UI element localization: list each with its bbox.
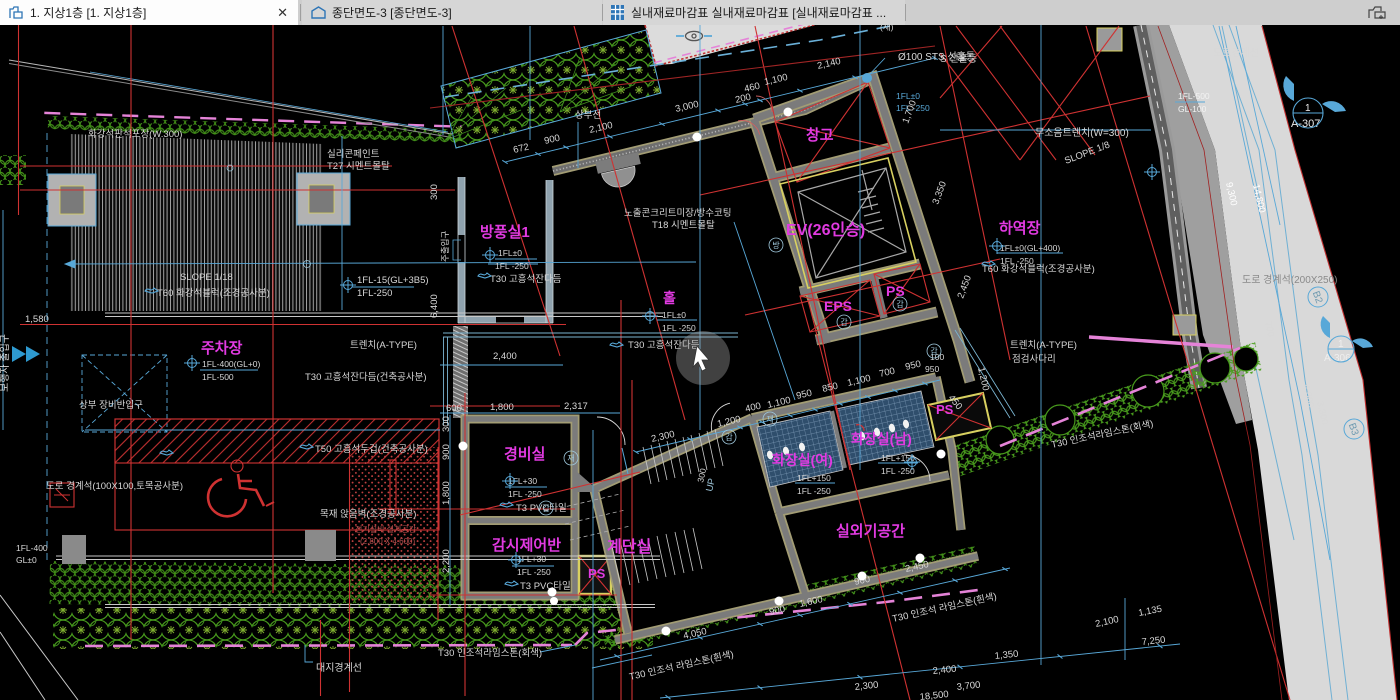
svg-text:T60 화강석블럭(조경공사분): T60 화강석블럭(조경공사분): [982, 263, 1095, 275]
svg-text:화강석판석포장(W.300): 화강석판석포장(W.300): [88, 129, 182, 140]
svg-text:점검사다리: 점검사다리: [1012, 353, 1056, 365]
svg-text:GL±0: GL±0: [16, 555, 37, 565]
svg-text:1FL+150: 1FL+150: [797, 473, 831, 483]
svg-text:1FL+30: 1FL+30: [517, 554, 546, 564]
svg-text:노출콘크리트미장/방수코팅: 노출콘크리트미장/방수코팅: [624, 208, 732, 219]
svg-text:1FL-500: 1FL-500: [1178, 91, 1210, 101]
svg-text:1FL±0: 1FL±0: [498, 248, 522, 258]
svg-text:대지경계선: 대지경계선: [316, 661, 362, 674]
svg-text:갑: 갑: [930, 346, 938, 356]
svg-text:(2,800 X 4,600): (2,800 X 4,600): [360, 537, 415, 546]
svg-text:1FL -250: 1FL -250: [517, 567, 551, 577]
svg-text:950: 950: [925, 364, 939, 374]
svg-text:실외기공간: 실외기공간: [836, 522, 905, 540]
svg-text:2,400: 2,400: [493, 351, 517, 362]
svg-text:1,800: 1,800: [490, 402, 514, 413]
svg-text:주차장: 주차장: [201, 339, 243, 357]
svg-text:재: 재: [567, 454, 574, 463]
svg-text:보행자 출입구: 보행자 출입구: [0, 334, 11, 392]
svg-text:EV(26인승): EV(26인승): [786, 221, 865, 239]
svg-text:1FL-250: 1FL-250: [357, 288, 392, 299]
svg-text:주출입구: 주출입구: [440, 231, 450, 262]
svg-text:T30 고흥석잔다듬(건축공사분): T30 고흥석잔다듬(건축공사분): [305, 371, 426, 383]
svg-text:T30 고흥석잔다듬: T30 고흥석잔다듬: [490, 273, 562, 285]
svg-text:계단실: 계단실: [607, 537, 651, 556]
svg-text:1FL-400(GL+0): 1FL-400(GL+0): [202, 359, 261, 369]
svg-text:T27 시멘트몰탈: T27 시멘트몰탈: [327, 160, 390, 172]
svg-text:900: 900: [441, 444, 452, 460]
svg-text:도로경계선: 도로경계선: [1213, 46, 1259, 59]
svg-text:1FL±0: 1FL±0: [662, 310, 686, 320]
svg-text:실리콘페인트: 실리콘페인트: [327, 149, 380, 160]
svg-text:하역장: 하역장: [999, 219, 1041, 237]
svg-text:T60 화강석블럭(조경공사분): T60 화강석블럭(조경공사분): [157, 287, 270, 299]
svg-text:1FL -250: 1FL -250: [508, 489, 542, 499]
svg-text:1FL -250: 1FL -250: [662, 323, 696, 333]
svg-text:도로 경계석(100X100,토목공사분): 도로 경계석(100X100,토목공사분): [46, 480, 183, 492]
svg-text:EPS: EPS: [824, 298, 852, 314]
svg-text:PS: PS: [886, 283, 905, 299]
svg-text:화장실(여): 화장실(여): [772, 452, 833, 468]
svg-text:창고: 창고: [806, 127, 834, 144]
svg-text:갑: 갑: [725, 432, 733, 442]
svg-text:T18 시멘트몰탈: T18 시멘트몰탈: [652, 219, 715, 231]
svg-text:A-306: A-306: [1324, 353, 1351, 364]
svg-text:1FL-500: 1FL-500: [202, 372, 234, 382]
svg-text:1FL-400: 1FL-400: [16, 543, 48, 553]
svg-text:6,400: 6,400: [429, 294, 440, 318]
svg-text:상부선: 상부선: [575, 110, 601, 121]
svg-text:방풍실1: 방풍실1: [480, 223, 530, 241]
svg-text:1FL -250: 1FL -250: [495, 261, 529, 271]
svg-text:도로 경계석(200X250): 도로 경계석(200X250): [1242, 273, 1337, 286]
svg-text:트렌치(A-TYPE): 트렌치(A-TYPE): [350, 339, 417, 351]
svg-text:화장실(남): 화장실(남): [851, 431, 912, 447]
svg-text:600: 600: [446, 403, 462, 414]
svg-text:18,500: 18,500: [919, 689, 949, 700]
svg-text:트렌치(A-TYPE): 트렌치(A-TYPE): [1010, 339, 1077, 351]
svg-text:1FL±0(GL+400): 1FL±0(GL+400): [1000, 243, 1060, 253]
svg-text:1,580: 1,580: [25, 314, 49, 325]
svg-text:방: 방: [772, 240, 780, 250]
svg-text:홀: 홀: [663, 290, 676, 306]
svg-text:SLOPE 1/18: SLOPE 1/18: [180, 272, 233, 283]
svg-text:갑: 갑: [542, 503, 550, 513]
svg-text:2,200: 2,200: [441, 549, 452, 573]
svg-text:1FL -250: 1FL -250: [797, 486, 831, 496]
svg-text:1FL-15(GL+3B5): 1FL-15(GL+3B5): [357, 275, 429, 286]
svg-text:1: 1: [1305, 103, 1311, 114]
svg-text:T3 PVC타일: T3 PVC타일: [520, 581, 571, 592]
svg-text:무소음트렌치(W=300): 무소음트렌치(W=300): [1035, 127, 1129, 139]
svg-text:1: 1: [1338, 339, 1344, 350]
svg-text:감시제어반: 감시제어반: [492, 536, 561, 554]
svg-text:목재 앉음벽(조경공사분): 목재 앉음벽(조경공사분): [320, 508, 416, 520]
svg-text:전기설비 설치공간: 전기설비 설치공간: [355, 524, 417, 534]
svg-text:갑: 갑: [840, 317, 848, 327]
svg-text:T30 인조석라임스톤(회색): T30 인조석라임스톤(회색): [438, 647, 542, 659]
svg-text:1FL -250: 1FL -250: [881, 466, 915, 476]
svg-text:T50 고흥석두겁(건축공사분): T50 고흥석두겁(건축공사분): [315, 443, 428, 455]
svg-text:1,800: 1,800: [441, 481, 452, 505]
svg-text:갑: 갑: [896, 299, 904, 309]
svg-text:2,317: 2,317: [564, 401, 588, 412]
svg-text:재: 재: [766, 415, 773, 424]
svg-text:300: 300: [441, 416, 452, 432]
svg-text:경비실: 경비실: [504, 445, 545, 463]
svg-text:S 선홀등: S 선홀등: [940, 52, 977, 65]
svg-text:PS: PS: [588, 566, 606, 581]
svg-text:GL-100: GL-100: [1178, 104, 1207, 114]
svg-text:300: 300: [429, 184, 440, 200]
svg-text:상부 장비반입구: 상부 장비반입구: [79, 399, 143, 411]
